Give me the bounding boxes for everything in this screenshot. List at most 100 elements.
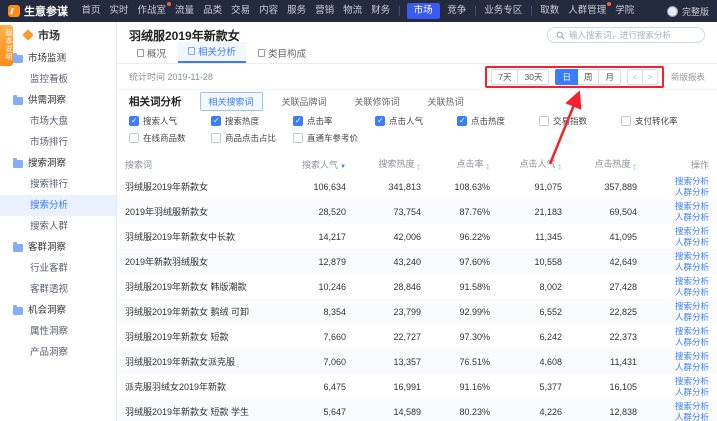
search-analysis-link[interactable]: 搜索分析 — [653, 201, 709, 212]
nav-item-data-extract[interactable]: 取数 — [536, 0, 564, 22]
col-click-rate[interactable]: 点击率▲▼ — [429, 154, 498, 174]
crowd-analysis-link[interactable]: 人群分析 — [653, 312, 709, 323]
col-click-heat[interactable]: 点击热度▲▼ — [570, 154, 645, 174]
nav-item-business-zone[interactable]: 业务专区 — [480, 0, 527, 22]
app-logo[interactable]: 生意参谋 — [8, 3, 68, 19]
sidebar-group-search-insight[interactable]: 搜索洞察 — [0, 153, 116, 174]
navbar-account[interactable]: 完整版 — [667, 5, 709, 18]
folder-icon — [13, 244, 23, 252]
sidebar-group-customer-insight[interactable]: 客群洞察 — [0, 237, 116, 258]
sidebar-group-opportunity-insight[interactable]: 机会洞察 — [0, 300, 116, 321]
sidebar-item-industry-customer[interactable]: 行业客群 — [0, 258, 116, 279]
checkbox-icon[interactable] — [211, 133, 221, 143]
sidebar-group-supply-demand[interactable]: 供需洞察 — [0, 90, 116, 111]
nav-item-trade[interactable]: 交易 — [227, 0, 255, 22]
metric-search-heat[interactable]: 搜索热度 — [211, 115, 293, 127]
tab-related-analysis[interactable]: 相关分析 — [178, 42, 246, 63]
search-input[interactable]: 输入搜索词，进行搜索分析 — [547, 27, 705, 43]
checkbox-checked-icon[interactable] — [129, 116, 139, 126]
nav-item-traffic[interactable]: 流量 — [171, 0, 199, 22]
sidebar-group-market-monitor[interactable]: 市场监测 — [0, 48, 116, 69]
crowd-analysis-link[interactable]: 人群分析 — [653, 187, 709, 198]
related-words-table: 搜索词 搜索人气▼ 搜索热度▲▼ 点击率▲▼ 点击人气▲▼ 点击热度▲▼ 操作 … — [117, 154, 717, 421]
checkbox-icon[interactable] — [539, 116, 549, 126]
subtab-related-search-words[interactable]: 相关搜索词 — [200, 92, 263, 111]
nav-item-service[interactable]: 服务 — [283, 0, 311, 22]
sidebar-item-market-overview[interactable]: 市场大盘 — [0, 111, 116, 132]
tab-category-composition[interactable]: 类目构成 — [248, 44, 316, 63]
crowd-analysis-link[interactable]: 人群分析 — [653, 262, 709, 273]
crowd-analysis-link[interactable]: 人群分析 — [653, 387, 709, 398]
chevron-left-icon[interactable]: < — [627, 69, 643, 85]
subtab-related-brand-words[interactable]: 关联品牌词 — [273, 92, 336, 111]
nav-item-finance[interactable]: 财务 — [367, 0, 395, 22]
sidebar-item-product-insight[interactable]: 产品洞察 — [0, 342, 116, 363]
header-tabs: 概况 相关分析 类目构成 — [117, 46, 717, 64]
col-search-heat[interactable]: 搜索热度▲▼ — [354, 154, 429, 174]
metric-trade-index[interactable]: 交易指数 — [539, 115, 621, 127]
metric-online-products[interactable]: 在线商品数 — [129, 132, 211, 144]
chevron-right-icon[interactable]: > — [642, 69, 658, 85]
crowd-analysis-link[interactable]: 人群分析 — [653, 337, 709, 348]
day-button[interactable]: 日 — [555, 69, 578, 85]
sidebar-item-search-crowd[interactable]: 搜索人群 — [0, 216, 116, 237]
search-analysis-link[interactable]: 搜索分析 — [653, 351, 709, 362]
new-report-link[interactable]: 新版报表 — [671, 71, 705, 83]
version-note-tag[interactable]: 版本说明 — [0, 25, 13, 66]
metric-search-popularity[interactable]: 搜索人气 — [129, 115, 211, 127]
sidebar-item-monitor-board[interactable]: 监控看板 — [0, 69, 116, 90]
checkbox-checked-icon[interactable] — [457, 116, 467, 126]
search-analysis-link[interactable]: 搜索分析 — [653, 376, 709, 387]
search-analysis-link[interactable]: 搜索分析 — [653, 226, 709, 237]
month-button[interactable]: 月 — [598, 69, 621, 85]
search-analysis-link[interactable]: 搜索分析 — [653, 326, 709, 337]
checkbox-checked-icon[interactable] — [293, 116, 303, 126]
metric-product-click-share[interactable]: 商品点击占比 — [211, 132, 293, 144]
nav-item-logistics[interactable]: 物流 — [339, 0, 367, 22]
search-analysis-link[interactable]: 搜索分析 — [653, 251, 709, 262]
checkbox-checked-icon[interactable] — [375, 116, 385, 126]
nav-item-market[interactable]: 市场 — [407, 3, 440, 19]
nav-item-academy[interactable]: 学院 — [611, 0, 639, 22]
search-analysis-link[interactable]: 搜索分析 — [653, 176, 709, 187]
sidebar-item-market-rank[interactable]: 市场排行 — [0, 132, 116, 153]
metric-click-heat[interactable]: 点击热度 — [457, 115, 539, 127]
col-search-popularity[interactable]: 搜索人气▼ — [279, 154, 354, 174]
checkbox-icon[interactable] — [293, 133, 303, 143]
crowd-analysis-link[interactable]: 人群分析 — [653, 212, 709, 223]
nav-item-category[interactable]: 品类 — [199, 0, 227, 22]
nav-item-realtime[interactable]: 实时 — [105, 0, 133, 22]
sidebar-item-search-analysis[interactable]: 搜索分析 — [0, 195, 116, 216]
week-button[interactable]: 周 — [577, 69, 600, 85]
checkbox-checked-icon[interactable] — [211, 116, 221, 126]
col-click-popularity[interactable]: 点击人气▲▼ — [498, 154, 570, 174]
search-analysis-link[interactable]: 搜索分析 — [653, 401, 709, 412]
subtab-related-hot-words[interactable]: 关联热词 — [419, 92, 473, 111]
tab-overview[interactable]: 概况 — [127, 44, 176, 63]
nav-item-competition[interactable]: 竞争 — [443, 0, 471, 22]
metric-click-popularity[interactable]: 点击人气 — [375, 115, 457, 127]
range-30d-button[interactable]: 30天 — [517, 69, 549, 85]
range-7d-button[interactable]: 7天 — [491, 69, 518, 85]
crowd-analysis-link[interactable]: 人群分析 — [653, 237, 709, 248]
metric-ztc-reference-price[interactable]: 直通车参考价 — [293, 132, 375, 144]
nav-item-crowd-management[interactable]: 人群管理 — [564, 0, 611, 22]
crowd-analysis-link[interactable]: 人群分析 — [653, 362, 709, 373]
metric-pay-conversion[interactable]: 支付转化率 — [621, 115, 703, 127]
metric-click-rate[interactable]: 点击率 — [293, 115, 375, 127]
nav-item-home[interactable]: 首页 — [77, 0, 105, 22]
sidebar-item-search-rank[interactable]: 搜索排行 — [0, 174, 116, 195]
checkbox-icon[interactable] — [129, 133, 139, 143]
nav-item-marketing[interactable]: 营销 — [311, 0, 339, 22]
crowd-analysis-link[interactable]: 人群分析 — [653, 287, 709, 298]
sidebar-item-customer-perspective[interactable]: 客群透视 — [0, 279, 116, 300]
crowd-analysis-link[interactable]: 人群分析 — [653, 412, 709, 421]
sidebar-item-attribute-insight[interactable]: 属性洞察 — [0, 321, 116, 342]
table-row: 羽绒服2019年新款女 短款 7,660 22,727 97.30% 6,242… — [117, 324, 717, 349]
search-analysis-link[interactable]: 搜索分析 — [653, 276, 709, 287]
nav-item-war-room[interactable]: 作战室 — [133, 0, 171, 22]
subtab-related-modifier-words[interactable]: 关联修饰词 — [346, 92, 409, 111]
nav-item-content[interactable]: 内容 — [255, 0, 283, 22]
checkbox-icon[interactable] — [621, 116, 631, 126]
search-analysis-link[interactable]: 搜索分析 — [653, 301, 709, 312]
